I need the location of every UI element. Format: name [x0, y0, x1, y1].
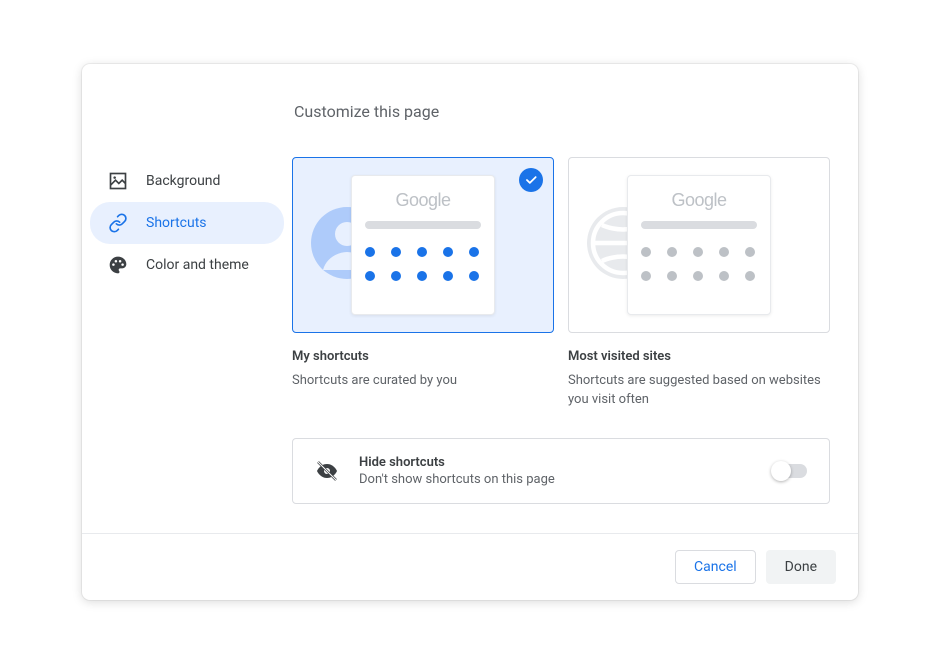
link-icon [108, 213, 128, 233]
preview-browser: Google [627, 175, 771, 315]
preview-logo: Google [671, 190, 726, 211]
visibility-off-icon [315, 459, 339, 483]
preview-dot [391, 247, 401, 257]
check-icon [519, 168, 543, 192]
preview-dot [719, 271, 729, 281]
option-title: My shortcuts [292, 349, 554, 364]
dialog-footer: Cancel Done [82, 533, 858, 600]
preview-dot [417, 247, 427, 257]
sidebar: Background Shortcuts [82, 64, 292, 533]
hide-text: Hide shortcuts Don't show shortcuts on t… [359, 455, 753, 487]
preview-dot [641, 247, 651, 257]
option-card: Google [568, 157, 830, 333]
cancel-button[interactable]: Cancel [675, 550, 756, 584]
preview-dot [365, 271, 375, 281]
hide-title: Hide shortcuts [359, 455, 753, 470]
sidebar-item-shortcuts[interactable]: Shortcuts [90, 202, 284, 244]
preview-dot [443, 247, 453, 257]
hide-description: Don't show shortcuts on this page [359, 472, 753, 487]
preview-dot [641, 271, 651, 281]
customize-dialog: Background Shortcuts [82, 64, 858, 600]
option-my-shortcuts[interactable]: Google [292, 157, 554, 410]
hide-shortcuts-toggle[interactable] [773, 464, 807, 478]
preview-dots [641, 247, 757, 281]
option-title: Most visited sites [568, 349, 830, 364]
done-button[interactable]: Done [766, 550, 836, 584]
toggle-knob [771, 461, 791, 481]
option-most-visited[interactable]: Google [568, 157, 830, 410]
hide-shortcuts-row: Hide shortcuts Don't show shortcuts on t… [292, 438, 830, 504]
sidebar-item-color-theme[interactable]: Color and theme [90, 244, 284, 286]
preview-searchbar [365, 221, 481, 229]
preview-dot [719, 247, 729, 257]
preview-dot [417, 271, 427, 281]
preview-dot [693, 271, 703, 281]
preview-dot [693, 247, 703, 257]
dialog-body: Background Shortcuts [82, 64, 858, 533]
sidebar-item-background[interactable]: Background [90, 160, 284, 202]
preview-dots [365, 247, 481, 281]
palette-icon [108, 255, 128, 275]
option-description: Shortcuts are curated by you [292, 372, 554, 391]
preview-dot [365, 247, 375, 257]
sidebar-item-label: Shortcuts [146, 215, 207, 231]
preview-searchbar [641, 221, 757, 229]
sidebar-item-label: Color and theme [146, 257, 249, 273]
preview-dot [469, 247, 479, 257]
sidebar-item-label: Background [146, 173, 220, 189]
preview-dot [745, 271, 755, 281]
image-icon [108, 171, 128, 191]
shortcut-options: Google [292, 157, 830, 410]
preview-dot [745, 247, 755, 257]
option-description: Shortcuts are suggested based on website… [568, 372, 830, 410]
preview-dot [391, 271, 401, 281]
preview-dot [667, 271, 677, 281]
preview-browser: Google [351, 175, 495, 315]
preview-dot [469, 271, 479, 281]
preview-logo: Google [395, 190, 450, 211]
main-panel: Customize this page [292, 64, 858, 533]
dialog-title: Customize this page [294, 102, 830, 121]
option-card: Google [292, 157, 554, 333]
preview-dot [443, 271, 453, 281]
preview-dot [667, 247, 677, 257]
